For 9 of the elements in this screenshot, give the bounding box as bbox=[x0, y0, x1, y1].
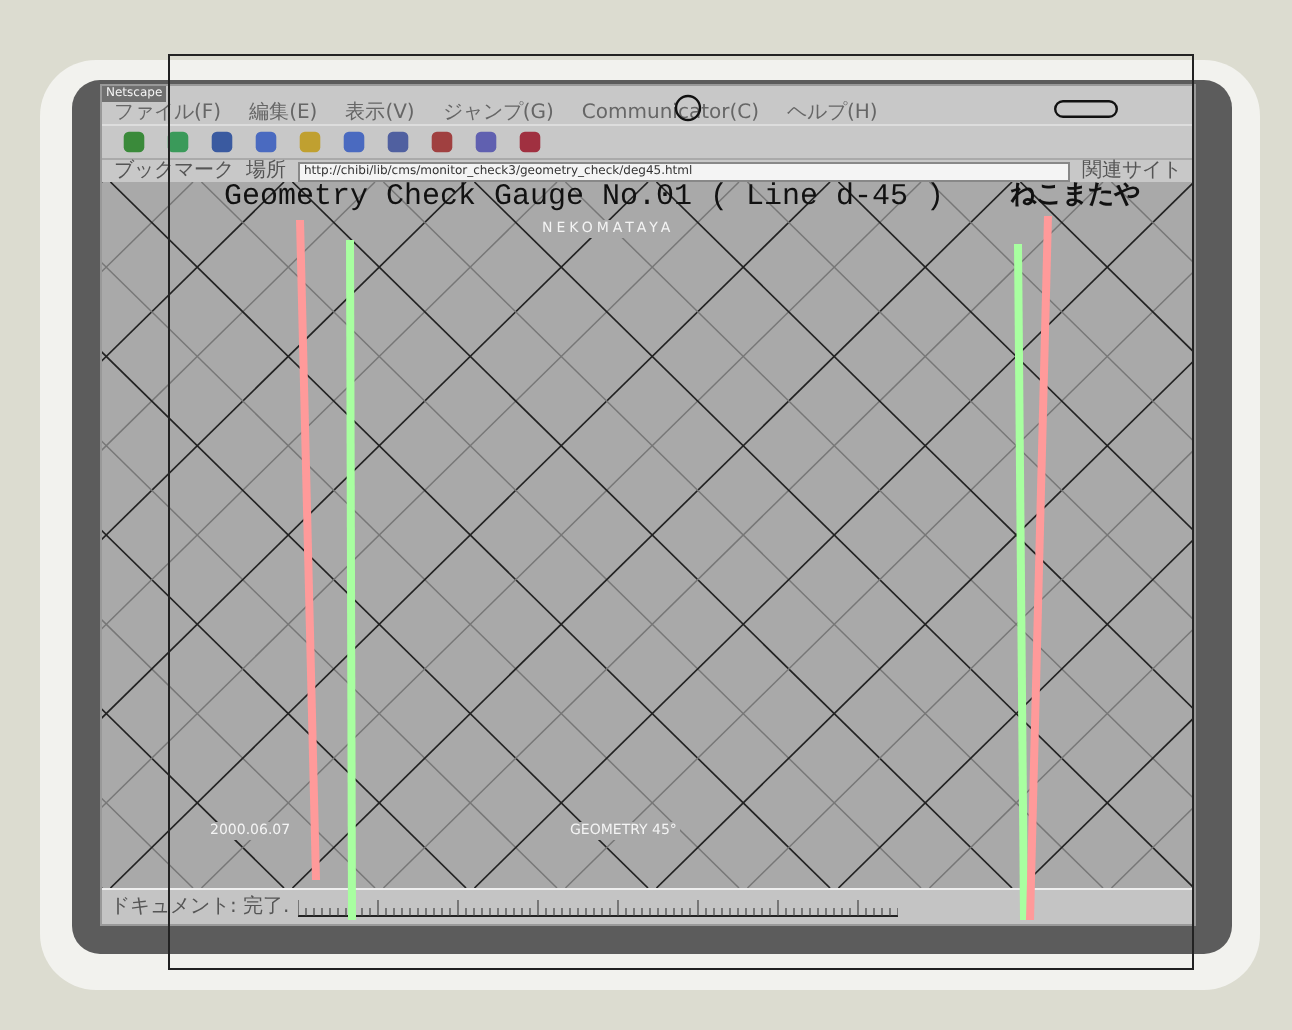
location-label: 場所 bbox=[246, 160, 286, 182]
status-text: ドキュメント: 完了. bbox=[110, 893, 290, 922]
brand-text: ねこまたや bbox=[1010, 180, 1140, 212]
pill-mark-icon bbox=[1054, 100, 1118, 118]
menu-item[interactable]: 表示(V) bbox=[345, 102, 415, 124]
menu-item[interactable]: ヘルプ(H) bbox=[787, 102, 878, 124]
related-sites-button[interactable]: 関連サイト bbox=[1082, 160, 1182, 182]
menu-item[interactable]: 編集(E) bbox=[249, 102, 318, 124]
menu-item[interactable]: ジャンプ(G) bbox=[442, 102, 554, 124]
